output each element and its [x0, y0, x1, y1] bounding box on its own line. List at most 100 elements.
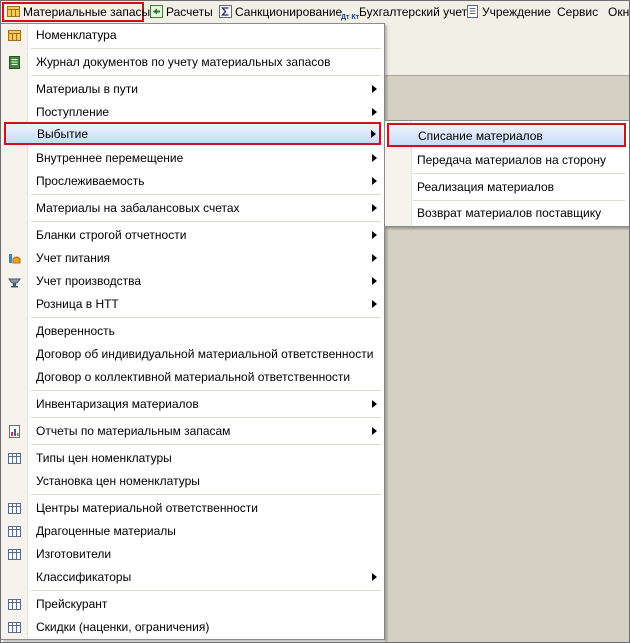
submenu-arrow-icon [372, 108, 377, 116]
menu-item-label: Инвентаризация материалов [36, 397, 199, 411]
menu-item-label: Классификаторы [36, 570, 132, 584]
menu-item-label: Учет производства [36, 274, 142, 288]
menubar-item-label: Бухгалтерский учет [359, 5, 468, 19]
menu-item-label: Учет питания [36, 251, 111, 265]
menu-item-label: Договор о коллективной материальной отве… [36, 370, 351, 384]
submenu-item-transfer-outside[interactable]: Передача материалов на сторону [385, 148, 629, 173]
menu-item-nomenclature[interactable]: Номенклатура [1, 24, 384, 47]
menu-item-label: Номенклатура [36, 28, 117, 42]
submenu-item-write-off[interactable]: Списание материалов [387, 123, 626, 147]
submenu-arrow-icon [372, 204, 377, 212]
menu-item-power-of-attorney[interactable]: Доверенность [1, 320, 384, 343]
menubar-item-accounting[interactable]: Дт КтБухгалтерский учет [338, 2, 470, 22]
menu-item-label: Материалы на забалансовых счетах [36, 201, 240, 215]
menu-item-discounts[interactable]: Скидки (наценки, ограничения) [1, 616, 384, 639]
menu-item-label: Доверенность [36, 324, 115, 338]
menu-separator [31, 417, 381, 418]
report-icon [9, 425, 20, 438]
menu-separator [31, 194, 381, 195]
menu-item-label: Прослеживаемость [36, 174, 145, 188]
menu-item-collective-liability[interactable]: Договор о коллективной материальной отве… [1, 366, 384, 389]
grid-icon [8, 453, 21, 464]
submenu-item-label: Возврат материалов поставщику [417, 206, 602, 220]
menu-item-inventory[interactable]: Инвентаризация материалов [1, 393, 384, 416]
submenu-arrow-icon [372, 427, 377, 435]
submenu-arrow-icon [372, 154, 377, 162]
menu-item-label: Прейскурант [36, 597, 108, 611]
sigma-icon [219, 5, 232, 18]
menu-item-strict-forms[interactable]: Бланки строгой отчетности [1, 224, 384, 247]
menu-item-traceability[interactable]: Прослеживаемость [1, 170, 384, 193]
menu-item-label: Отчеты по материальным запасам [36, 424, 231, 438]
menu-item-label: Типы цен номенклатуры [36, 451, 172, 465]
submenu-item-return-supplier[interactable]: Возврат материалов поставщику [385, 201, 629, 226]
menubar-item-label: Расчеты [166, 5, 213, 19]
menu-separator [31, 317, 381, 318]
menu-item-reports[interactable]: Отчеты по материальным запасам [1, 420, 384, 443]
document-icon [467, 5, 478, 18]
menu-item-food-accounting[interactable]: Учет питания [1, 247, 384, 270]
menu-item-production-accounting[interactable]: Учет производства [1, 270, 384, 293]
menu-separator [31, 48, 381, 49]
menubar-item-label: Окн [608, 5, 630, 19]
submenu-item-sale[interactable]: Реализация материалов [385, 175, 629, 200]
submenu-arrow-icon [372, 177, 377, 185]
production-icon [8, 278, 21, 288]
materials-dropdown-menu: Номенклатура Журнал документов по учету … [1, 23, 385, 640]
menu-item-label: Поступление [36, 105, 110, 119]
submenu-arrow-icon [372, 277, 377, 285]
menu-item-materials-in-transit[interactable]: Материалы в пути [1, 78, 384, 101]
menu-item-label: Бланки строгой отчетности [36, 228, 187, 242]
submenu-arrow-icon [372, 254, 377, 262]
menu-item-manufacturers[interactable]: Изготовители [1, 543, 384, 566]
menubar-item-sanction[interactable]: Санкционирование [216, 2, 345, 22]
menu-item-receipt[interactable]: Поступление [1, 101, 384, 124]
menu-bar: Материальные запасы Расчеты Санкциониров… [1, 1, 629, 24]
table-icon [8, 30, 21, 41]
menubar-item-materials[interactable]: Материальные запасы [2, 2, 150, 22]
menubar-item-payments[interactable]: Расчеты [147, 2, 216, 22]
grid-icon [8, 599, 21, 610]
menubar-item-label: Санкционирование [235, 5, 343, 19]
submenu-arrow-icon [371, 130, 376, 138]
grid-icon [8, 503, 21, 514]
menu-item-label: Выбытие [37, 127, 88, 141]
menubar-item-service[interactable]: Сервис [554, 2, 601, 22]
submenu-arrow-icon [372, 231, 377, 239]
menu-item-label: Журнал документов по учету материальных … [36, 55, 331, 69]
menu-item-label: Центры материальной ответственности [36, 501, 258, 515]
menu-item-individual-liability[interactable]: Договор об индивидуальной материальной о… [1, 343, 384, 366]
menu-item-journal[interactable]: Журнал документов по учету материальных … [1, 51, 384, 74]
menu-separator [31, 444, 381, 445]
menubar-item-windows[interactable]: Окн [605, 2, 630, 22]
grid-icon [8, 549, 21, 560]
menu-item-label: Договор об индивидуальной материальной о… [36, 347, 374, 361]
menu-item-price-types[interactable]: Типы цен номенклатуры [1, 447, 384, 470]
menu-item-retail-ntt[interactable]: Розница в НТТ [1, 293, 384, 316]
menu-item-disposal[interactable]: Выбытие [4, 122, 381, 145]
menu-item-off-balance-materials[interactable]: Материалы на забалансовых счетах [1, 197, 384, 220]
menu-item-internal-transfer[interactable]: Внутреннее перемещение [1, 147, 384, 170]
menu-item-price-list[interactable]: Прейскурант [1, 593, 384, 616]
menu-item-label: Материалы в пути [36, 82, 138, 96]
menu-item-classifiers[interactable]: Классификаторы [1, 566, 384, 589]
menubar-item-institution[interactable]: Учреждение [463, 2, 554, 22]
journal-icon [9, 56, 20, 69]
submenu-arrow-icon [372, 573, 377, 581]
submenu-arrow-icon [372, 400, 377, 408]
submenu-arrow-icon [372, 85, 377, 93]
grid-icon [8, 526, 21, 537]
toolbar-area [385, 23, 629, 75]
menu-item-responsibility-centers[interactable]: Центры материальной ответственности [1, 497, 384, 520]
menu-separator [31, 590, 381, 591]
menu-item-precious-materials[interactable]: Драгоценные материалы [1, 520, 384, 543]
submenu-arrow-icon [372, 300, 377, 308]
application-window: Материальные запасы Расчеты Санкциониров… [0, 0, 630, 643]
menu-separator [31, 221, 381, 222]
food-icon [9, 254, 21, 264]
menubar-item-label: Учреждение [482, 5, 551, 19]
menu-item-label: Скидки (наценки, ограничения) [36, 620, 210, 634]
menu-item-set-prices[interactable]: Установка цен номенклатуры [1, 470, 384, 493]
table-icon [7, 6, 20, 17]
menu-item-label: Драгоценные материалы [36, 524, 176, 538]
